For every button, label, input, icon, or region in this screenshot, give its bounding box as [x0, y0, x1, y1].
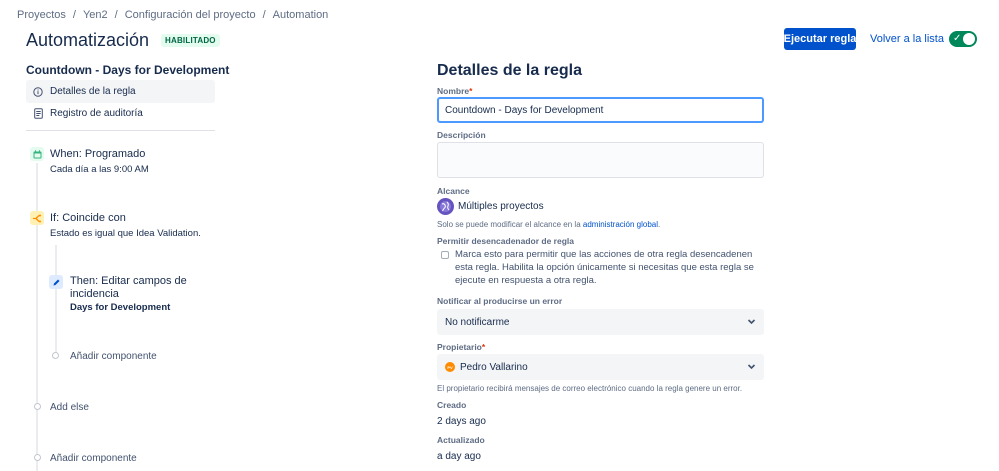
add-component-dot — [34, 454, 41, 461]
notify-select[interactable]: No notificarme — [437, 309, 764, 335]
sidebar-divider — [26, 130, 215, 131]
created-value: 2 days ago — [437, 416, 486, 427]
toggle-knob — [963, 33, 975, 45]
avatar: PV — [445, 362, 455, 372]
sidebar-item-label: Registro de auditoría — [50, 108, 143, 119]
created-label: Creado — [437, 400, 467, 410]
branch-icon — [30, 211, 44, 225]
run-rule-button[interactable]: Ejecutar regla — [784, 28, 856, 50]
globe-icon — [437, 198, 454, 215]
action-subtitle: Days for Development — [70, 302, 171, 313]
action-title-line1[interactable]: Then: Editar campos de — [70, 275, 187, 287]
name-input[interactable] — [437, 97, 764, 123]
rule-name: Countdown - Days for Development — [26, 63, 230, 77]
scope-helper: Solo se puede modificar el alcance en la… — [437, 220, 661, 229]
add-component-dot — [52, 352, 59, 359]
name-label: Nombre* — [437, 86, 473, 96]
allow-trigger-checkbox[interactable] — [441, 251, 449, 259]
scope-label: Alcance — [437, 186, 470, 196]
global-admin-link[interactable]: administración global — [583, 220, 658, 229]
breadcrumb-project[interactable]: Yen2 — [83, 9, 108, 21]
description-textarea[interactable] — [437, 142, 764, 178]
rule-flow-line — [36, 163, 38, 471]
scope-value: Múltiples proyectos — [458, 201, 544, 212]
condition-subtitle: Estado es igual que Idea Validation. — [50, 228, 201, 239]
page-title: Automatización — [26, 30, 150, 50]
branch-flow-line — [55, 245, 57, 357]
sidebar-item-audit-log[interactable]: Registro de auditoría — [26, 102, 215, 125]
add-component-outer[interactable]: Añadir componente — [50, 453, 137, 464]
rule-enabled-toggle[interactable]: ✓ — [949, 31, 977, 47]
trigger-title[interactable]: When: Programado — [50, 148, 145, 160]
add-else[interactable]: Add else — [50, 402, 89, 413]
owner-select[interactable]: PV Pedro Vallarino — [437, 354, 764, 380]
notify-label: Notificar al producirse un error — [437, 296, 563, 306]
sidebar-item-label: Detalles de la regla — [50, 86, 136, 97]
check-icon: ✓ — [953, 33, 962, 44]
chevron-down-icon — [746, 316, 757, 330]
allow-trigger-text: Marca esto para permitir que las accione… — [455, 249, 754, 286]
add-else-dot — [34, 403, 41, 410]
notify-value: No notificarme — [445, 316, 510, 328]
breadcrumb-project-settings[interactable]: Configuración del proyecto — [125, 9, 256, 21]
breadcrumb: Proyectos / Yen2 / Configuración del pro… — [17, 9, 328, 21]
owner-helper: El propietario recibirá mensajes de corr… — [437, 384, 743, 393]
updated-value: a day ago — [437, 451, 481, 462]
breadcrumb-separator: / — [72, 9, 76, 21]
updated-label: Actualizado — [437, 435, 485, 445]
back-to-list-link[interactable]: Volver a la lista — [870, 33, 944, 45]
add-component-inner[interactable]: Añadir componente — [70, 351, 157, 362]
owner-value: Pedro Vallarino — [460, 361, 528, 373]
section-title: Detalles de la regla — [437, 62, 582, 79]
breadcrumb-automation[interactable]: Automation — [273, 9, 329, 21]
owner-label: Propietario* — [437, 342, 486, 352]
status-badge: HABILITADO — [161, 34, 220, 47]
action-title-line2[interactable]: incidencia — [70, 288, 119, 300]
calendar-icon — [30, 147, 44, 161]
pencil-icon — [49, 275, 63, 289]
info-icon — [26, 86, 50, 97]
chevron-down-icon — [746, 361, 757, 375]
document-icon — [26, 108, 50, 119]
condition-title[interactable]: If: Coincide con — [50, 212, 126, 224]
breadcrumb-projects[interactable]: Proyectos — [17, 9, 66, 21]
description-label: Descripción — [437, 130, 486, 140]
trigger-subtitle: Cada día a las 9:00 AM — [50, 164, 149, 175]
sidebar-item-rule-details[interactable]: Detalles de la regla — [26, 80, 215, 103]
breadcrumb-separator: / — [262, 9, 266, 21]
breadcrumb-separator: / — [114, 9, 118, 21]
allow-trigger-label: Permitir desencadenador de regla — [437, 236, 574, 246]
